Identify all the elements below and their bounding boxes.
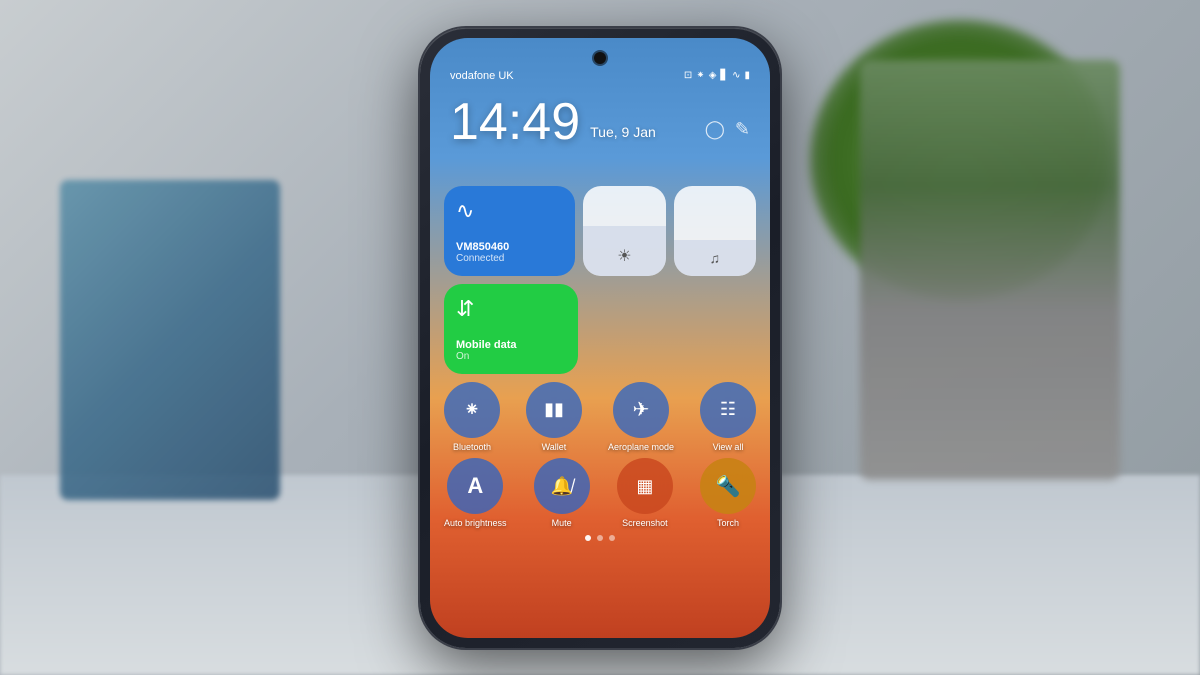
dot-1 bbox=[585, 535, 591, 541]
wifi-network-name: VM850460 bbox=[456, 241, 563, 253]
scene: vodafone UK ⊡ ⁕ ◈ ▋ ∿ ▮ 14:49 Tue, 9 Jan… bbox=[0, 0, 1200, 675]
wifi-tile[interactable]: ∿ VM850460 Connected bbox=[444, 186, 575, 276]
screenshot-button[interactable]: ▦ bbox=[617, 458, 673, 514]
wallet-label: Wallet bbox=[542, 442, 567, 453]
bluetooth-button[interactable]: ⁕ bbox=[444, 382, 500, 438]
phone-screen: vodafone UK ⊡ ⁕ ◈ ▋ ∿ ▮ 14:49 Tue, 9 Jan… bbox=[430, 38, 770, 638]
mute-button-group: 🔔̸ Mute bbox=[534, 458, 590, 529]
background-storage-box bbox=[60, 180, 280, 500]
torch-button[interactable]: 🔦 bbox=[700, 458, 756, 514]
status-icons: ⊡ ⁕ ◈ ▋ ∿ ▮ bbox=[684, 70, 750, 81]
brightness-icon: ☀ bbox=[617, 246, 631, 266]
screenshot-icon: ▦ bbox=[636, 476, 653, 497]
battery-icon: ▮ bbox=[744, 70, 750, 81]
time-area: 14:49 Tue, 9 Jan ◯ ✎ bbox=[450, 96, 750, 148]
view-all-button-group: ☷ View all bbox=[700, 382, 756, 453]
dot-3 bbox=[609, 535, 615, 541]
volume-slider-tile[interactable]: ♫ bbox=[674, 186, 756, 276]
phone-body: vodafone UK ⊡ ⁕ ◈ ▋ ∿ ▮ 14:49 Tue, 9 Jan… bbox=[420, 28, 780, 648]
background-plant-pot bbox=[860, 60, 1120, 480]
clock-date: Tue, 9 Jan bbox=[590, 124, 656, 140]
clock-time: 14:49 bbox=[450, 96, 580, 148]
mobile-data-icon: ⇵ bbox=[456, 296, 566, 322]
page-dots bbox=[444, 535, 756, 541]
wifi-status: Connected bbox=[456, 253, 563, 264]
mobile-data-name: Mobile data bbox=[456, 339, 566, 351]
mute-button[interactable]: 🔔̸ bbox=[534, 458, 590, 514]
auto-brightness-label: Auto brightness bbox=[444, 518, 507, 529]
carrier-text: vodafone UK bbox=[450, 70, 514, 82]
screenshot-label: Screenshot bbox=[622, 518, 668, 529]
mobile-data-tile[interactable]: ⇵ Mobile data On bbox=[444, 284, 578, 374]
nfc-icon: ◈ bbox=[709, 70, 717, 81]
wallet-button-group: ▮▮ Wallet bbox=[526, 382, 582, 453]
auto-brightness-icon: A bbox=[467, 473, 483, 499]
aeroplane-button[interactable]: ✈ bbox=[613, 382, 669, 438]
edit-quick-icon[interactable]: ✎ bbox=[735, 119, 750, 140]
mute-icon: 🔔̸ bbox=[550, 476, 572, 497]
auto-brightness-button-group: A Auto brightness bbox=[444, 458, 507, 529]
quick-buttons-row2: A Auto brightness 🔔̸ Mute ▦ bbox=[444, 458, 756, 529]
airplane-icon: ✈ bbox=[633, 397, 650, 422]
wifi-tile-icon: ∿ bbox=[456, 198, 563, 224]
auto-brightness-button[interactable]: A bbox=[447, 458, 503, 514]
view-all-button[interactable]: ☷ bbox=[700, 382, 756, 438]
wallet-button[interactable]: ▮▮ bbox=[526, 382, 582, 438]
tiles-row1: ∿ VM850460 Connected ☀ ♫ bbox=[444, 186, 756, 276]
quick-buttons-row1: ⁕ Bluetooth ▮▮ Wallet ✈ bbox=[444, 382, 756, 453]
brightness-quick-icon[interactable]: ◯ bbox=[705, 119, 725, 140]
wifi-status-icon: ∿ bbox=[732, 70, 740, 81]
sim-icon: ⊡ bbox=[684, 70, 692, 81]
camera-hole bbox=[594, 52, 606, 64]
tiles-row2: ⇵ Mobile data On bbox=[444, 284, 756, 374]
screenshot-button-group: ▦ Screenshot bbox=[617, 458, 673, 529]
torch-icon: 🔦 bbox=[716, 474, 741, 499]
torch-button-group: 🔦 Torch bbox=[700, 458, 756, 529]
grid-icon: ☷ bbox=[720, 399, 736, 420]
bluetooth-status-icon: ⁕ bbox=[696, 70, 704, 81]
bluetooth-label: Bluetooth bbox=[453, 442, 491, 453]
brightness-slider-tile[interactable]: ☀ bbox=[583, 186, 665, 276]
time-right-icons: ◯ ✎ bbox=[705, 119, 750, 140]
aeroplane-button-group: ✈ Aeroplane mode bbox=[608, 382, 674, 453]
mobile-data-status: On bbox=[456, 351, 566, 362]
bluetooth-icon: ⁕ bbox=[464, 397, 481, 422]
bluetooth-button-group: ⁕ Bluetooth bbox=[444, 382, 500, 453]
status-bar: vodafone UK ⊡ ⁕ ◈ ▋ ∿ ▮ bbox=[450, 70, 750, 82]
view-all-label: View all bbox=[713, 442, 744, 453]
dot-2 bbox=[597, 535, 603, 541]
signal-icon: ▋ bbox=[720, 70, 728, 81]
tiles-area: ∿ VM850460 Connected ☀ ♫ bbox=[444, 186, 756, 542]
torch-label: Torch bbox=[717, 518, 739, 529]
wallet-icon: ▮▮ bbox=[544, 399, 564, 420]
mute-label: Mute bbox=[552, 518, 572, 529]
aeroplane-label: Aeroplane mode bbox=[608, 442, 674, 453]
volume-icon: ♫ bbox=[710, 250, 721, 266]
